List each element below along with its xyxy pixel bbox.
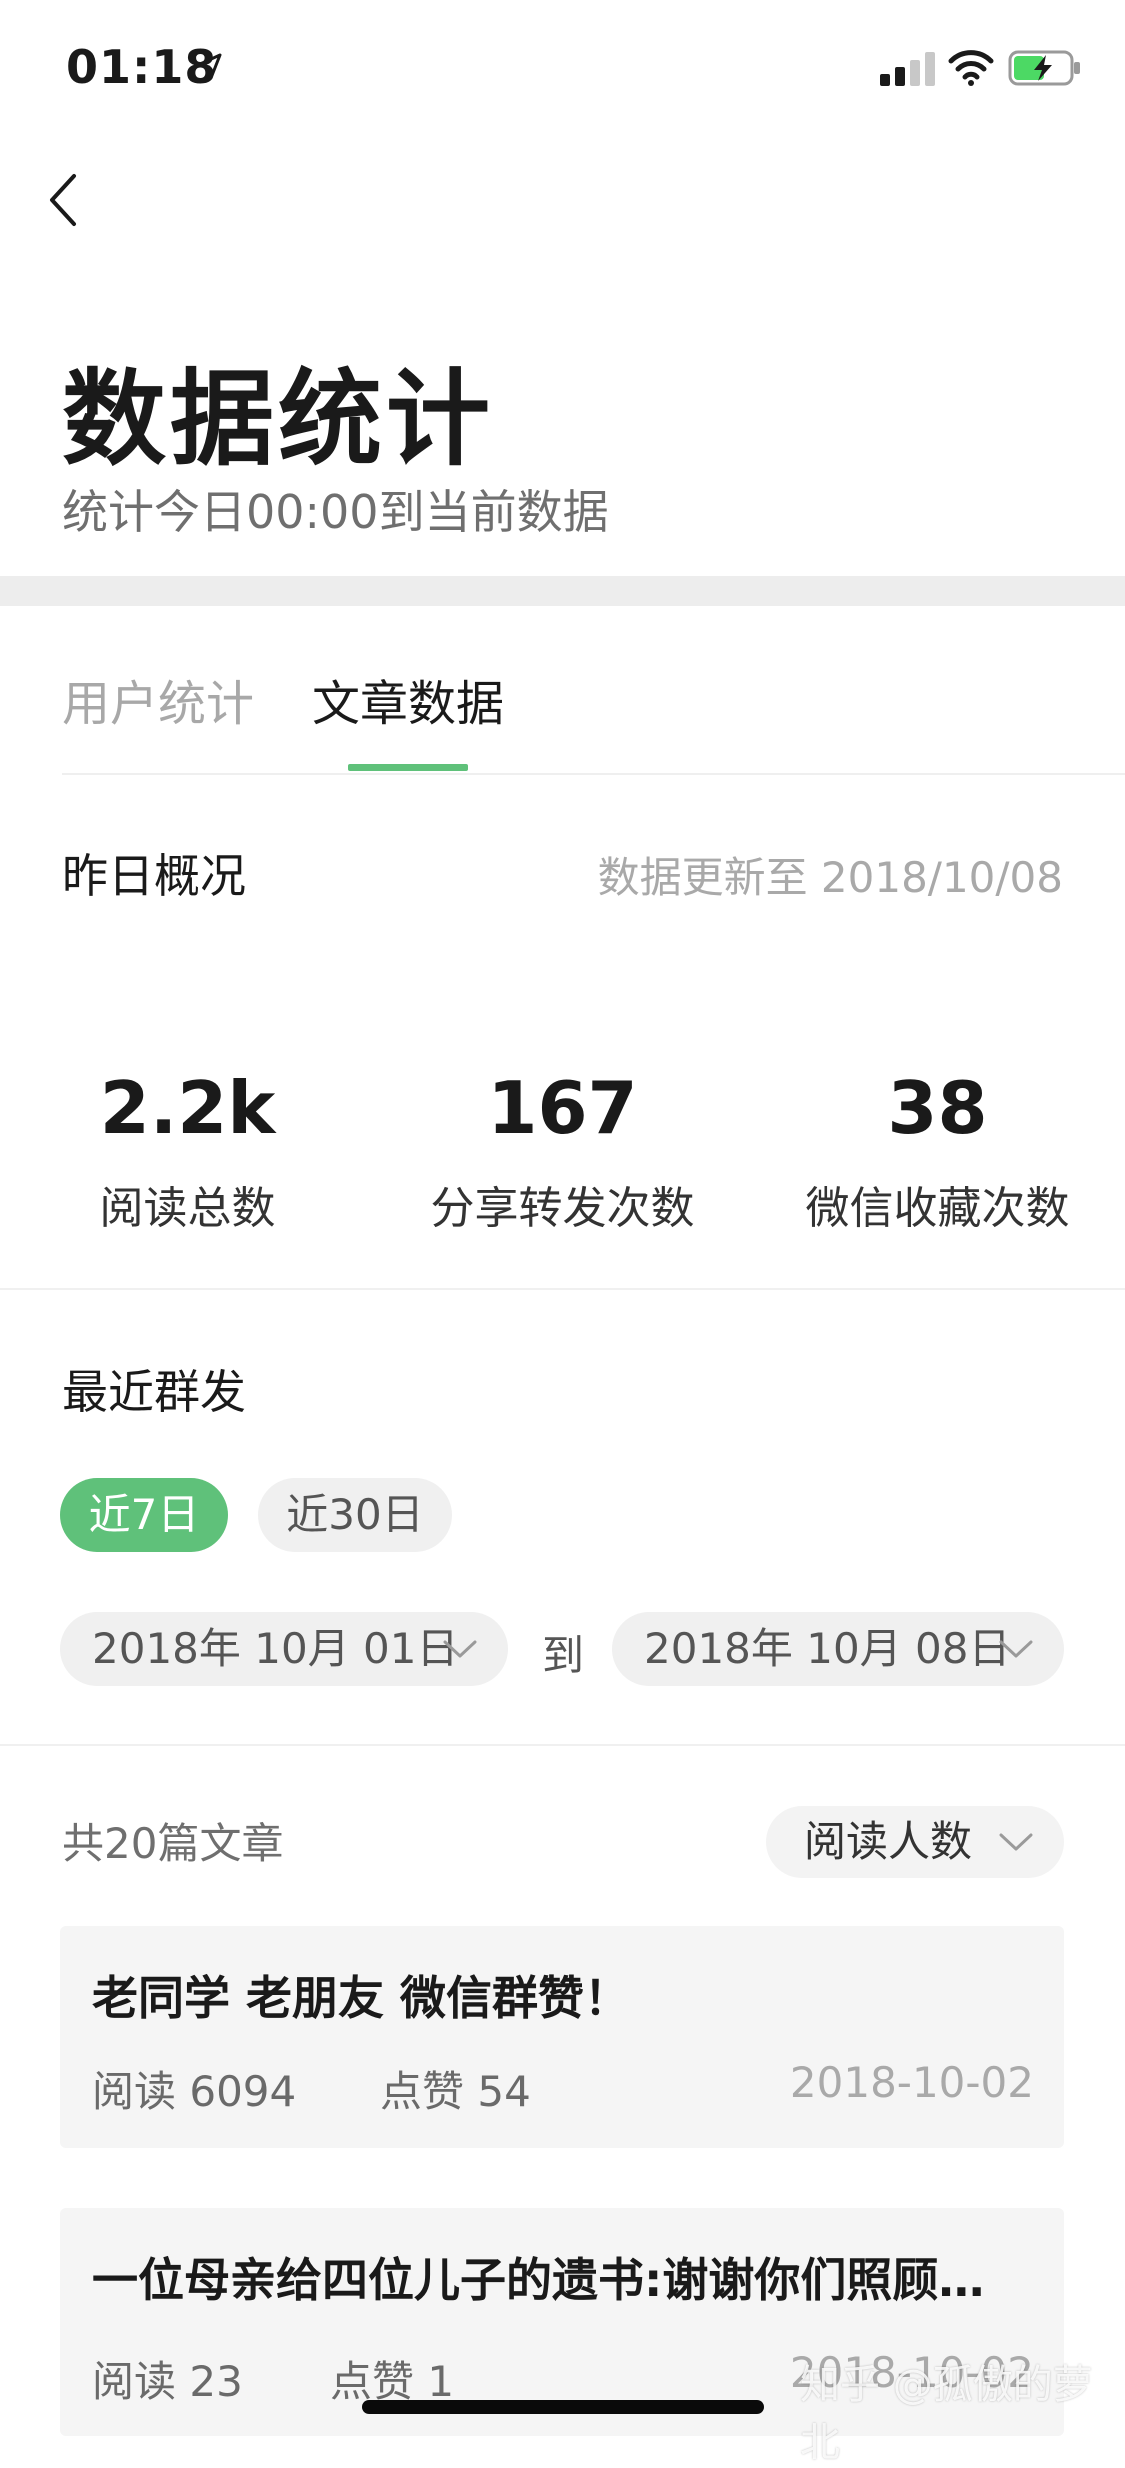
date-to-value: 2018年 10月 08日 xyxy=(644,1624,1011,1673)
watermark: 知乎 @孤傲的萝北 xyxy=(800,2362,1093,2466)
location-arrow-icon xyxy=(196,53,222,80)
article-reads: 阅读 6094 xyxy=(92,2067,297,2116)
tab-article-data[interactable]: 文章数据 xyxy=(312,664,504,734)
date-to-select[interactable]: 2018年 10月 08日 xyxy=(612,1612,1064,1686)
section-divider xyxy=(0,576,1125,606)
metric-shares: 167 分享转发次数 xyxy=(375,1064,750,1236)
range-7-days-button[interactable]: 近7日 xyxy=(60,1478,228,1552)
article-reads: 阅读 23 xyxy=(92,2357,243,2406)
article-card[interactable]: 老同学 老朋友 微信群赞！ 阅读 6094 点赞 54 2018-10-02 xyxy=(60,1926,1064,2148)
chevron-down-icon xyxy=(999,1833,1033,1851)
range-30-days-button[interactable]: 近30日 xyxy=(258,1478,452,1552)
date-from-value: 2018年 10月 01日 xyxy=(92,1624,459,1673)
divider xyxy=(0,1288,1125,1290)
metric-label: 阅读总数 xyxy=(99,1183,276,1234)
article-likes: 点赞 54 xyxy=(380,2067,531,2116)
page-title: 数据统计 xyxy=(62,358,495,480)
sort-dropdown[interactable]: 阅读人数 xyxy=(766,1806,1064,1878)
metric-value: 2.2k xyxy=(99,1066,276,1150)
chevron-down-icon xyxy=(999,1640,1033,1658)
divider xyxy=(0,1744,1125,1746)
metric-label: 微信收藏次数 xyxy=(805,1183,1070,1234)
active-tab-indicator xyxy=(348,764,468,771)
article-count: 共20篇文章 xyxy=(62,1819,284,1868)
article-title: 一位母亲给四位儿子的遗书:谢谢你们照顾… xyxy=(92,2253,985,2307)
overview-label: 昨日概况 xyxy=(62,849,246,903)
metric-value: 38 xyxy=(887,1066,988,1150)
update-timestamp: 数据更新至 2018/10/08 xyxy=(597,853,1063,902)
cellular-signal-icon xyxy=(880,52,935,86)
article-date: 2018-10-02 xyxy=(789,2058,1034,2107)
tab-user-stats[interactable]: 用户统计 xyxy=(62,664,254,734)
tab-divider xyxy=(62,773,1125,775)
page-subtitle: 统计今日00:00到当前数据 xyxy=(62,485,609,539)
wifi-icon xyxy=(948,50,994,86)
article-title: 老同学 老朋友 微信群赞！ xyxy=(92,1971,631,2025)
recent-title: 最近群发 xyxy=(62,1365,246,1419)
chevron-down-icon xyxy=(443,1640,477,1658)
home-indicator[interactable] xyxy=(362,2400,764,2414)
battery-charging-icon xyxy=(1008,50,1080,86)
metric-favorites: 38 微信收藏次数 xyxy=(750,1064,1125,1236)
metric-value: 167 xyxy=(487,1066,638,1150)
metric-reads: 2.2k 阅读总数 xyxy=(0,1064,375,1236)
date-from-select[interactable]: 2018年 10月 01日 xyxy=(60,1612,508,1686)
metric-label: 分享转发次数 xyxy=(430,1183,695,1234)
sort-label: 阅读人数 xyxy=(804,1817,973,1866)
date-range-separator: 到 xyxy=(542,1631,585,1680)
back-chevron-icon[interactable] xyxy=(44,170,84,230)
